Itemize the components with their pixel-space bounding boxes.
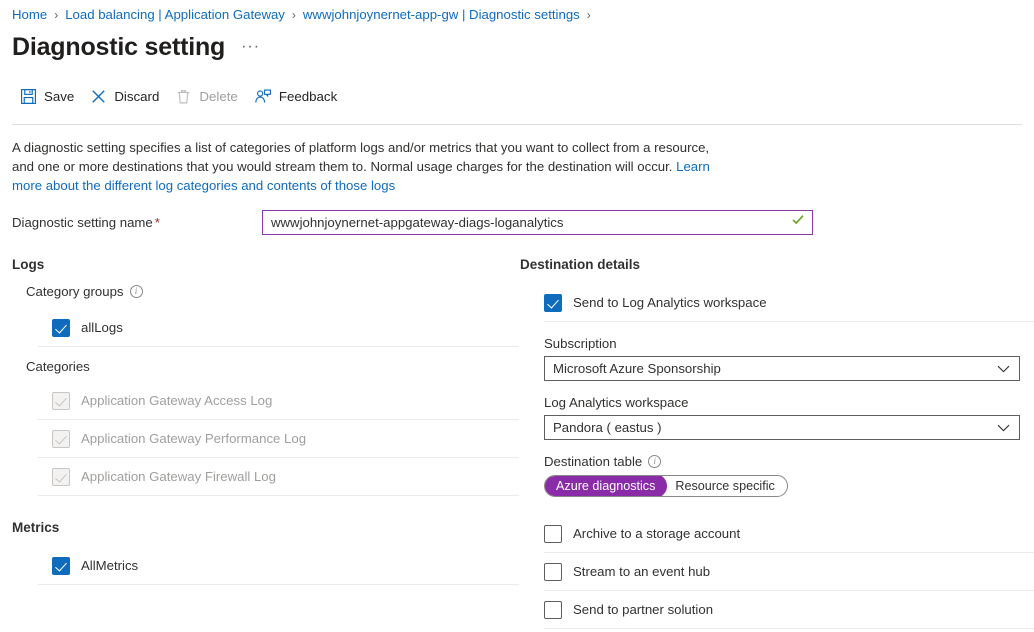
- row-divider: [38, 346, 519, 347]
- row-divider: [544, 628, 1034, 629]
- settings-columns: Logs Category groups i allLogs Categorie…: [0, 257, 1034, 629]
- checkbox-firewall-log-label: Application Gateway Firewall Log: [81, 469, 276, 484]
- logs-metrics-column: Logs Category groups i allLogs Categorie…: [12, 257, 520, 629]
- logs-section-title: Logs: [12, 257, 520, 272]
- workspace-label: Log Analytics workspace: [544, 395, 1022, 410]
- diagnostic-setting-name-label: Diagnostic setting name*: [12, 215, 262, 230]
- workspace-dropdown[interactable]: Pandora ( eastus ): [544, 415, 1020, 440]
- info-icon[interactable]: i: [648, 455, 661, 468]
- feedback-button[interactable]: Feedback: [250, 81, 347, 111]
- toggle-option-resource-specific[interactable]: Resource specific: [666, 475, 786, 497]
- subscription-value: Microsoft Azure Sponsorship: [553, 361, 721, 376]
- discard-button[interactable]: Discard: [86, 81, 169, 111]
- save-button[interactable]: Save: [16, 81, 84, 111]
- checkbox-archive-to-storage-account[interactable]: [544, 525, 562, 543]
- categories-label: Categories: [26, 359, 90, 374]
- checkbox-row-access-log: Application Gateway Access Log: [52, 382, 520, 419]
- subscription-field: Subscription Microsoft Azure Sponsorship: [544, 336, 1022, 381]
- more-options-icon[interactable]: ···: [241, 42, 260, 52]
- checkbox-access-log-label: Application Gateway Access Log: [81, 393, 272, 408]
- feedback-person-icon: [254, 88, 272, 105]
- diagnostic-setting-name-field[interactable]: [262, 210, 813, 235]
- discard-label: Discard: [114, 89, 159, 104]
- checkbox-access-log: [52, 392, 70, 410]
- title-row: Diagnostic setting ···: [0, 24, 1034, 62]
- description-text: A diagnostic setting specifies a list of…: [12, 140, 709, 174]
- name-label-text: Diagnostic setting name: [12, 215, 153, 230]
- checkbox-send-to-log-analytics[interactable]: [544, 294, 562, 312]
- trash-icon: [175, 88, 192, 105]
- checkbox-archive-to-storage-account-label: Archive to a storage account: [573, 526, 740, 541]
- subscription-label: Subscription: [544, 336, 1022, 351]
- breadcrumb-item-diagnostic-settings[interactable]: wwwjohnjoynernet-app-gw | Diagnostic set…: [303, 7, 580, 22]
- checkbox-alllogs[interactable]: [52, 319, 70, 337]
- destination-details-column: Destination details Send to Log Analytic…: [520, 257, 1022, 629]
- checkbox-allmetrics[interactable]: [52, 557, 70, 575]
- row-divider: [38, 584, 519, 585]
- checkbox-row-allmetrics[interactable]: AllMetrics: [52, 547, 520, 584]
- checkbox-allmetrics-label: AllMetrics: [81, 558, 138, 573]
- categories-label-row: Categories: [26, 359, 520, 374]
- close-icon: [90, 88, 107, 105]
- checkbox-alllogs-label: allLogs: [81, 320, 123, 335]
- checkbox-row-event-hub[interactable]: Stream to an event hub: [544, 553, 1022, 590]
- breadcrumb-separator-icon: ›: [292, 8, 296, 22]
- checkbox-performance-log: [52, 430, 70, 448]
- checkbox-row-storage-account[interactable]: Archive to a storage account: [544, 515, 1022, 552]
- workspace-field: Log Analytics workspace Pandora ( eastus…: [544, 395, 1022, 440]
- toggle-option-azure-diagnostics[interactable]: Azure diagnostics: [544, 475, 667, 497]
- checkbox-stream-to-event-hub-label: Stream to an event hub: [573, 564, 710, 579]
- diagnostic-setting-name-input[interactable]: [263, 211, 812, 234]
- workspace-value: Pandora ( eastus ): [553, 420, 662, 435]
- info-icon[interactable]: i: [130, 285, 143, 298]
- destination-table-toggle[interactable]: Azure diagnostics Resource specific: [544, 475, 788, 497]
- chevron-down-icon: [997, 420, 1010, 435]
- checkbox-row-performance-log: Application Gateway Performance Log: [52, 420, 520, 457]
- destination-table-label: Destination table: [544, 454, 642, 469]
- command-bar: Save Discard Delete: [0, 79, 1034, 113]
- checkbox-stream-to-event-hub[interactable]: [544, 563, 562, 581]
- save-icon: [20, 88, 37, 105]
- save-label: Save: [44, 89, 74, 104]
- feedback-label: Feedback: [279, 89, 337, 104]
- checkbox-firewall-log: [52, 468, 70, 486]
- category-groups-label: Category groups: [26, 284, 124, 299]
- breadcrumb: Home › Load balancing | Application Gate…: [0, 0, 1034, 24]
- required-marker: *: [155, 215, 160, 230]
- command-bar-divider: [12, 124, 1022, 125]
- checkbox-row-firewall-log: Application Gateway Firewall Log: [52, 458, 520, 495]
- checkbox-send-to-log-analytics-label: Send to Log Analytics workspace: [573, 295, 767, 310]
- breadcrumb-item-load-balancing[interactable]: Load balancing | Application Gateway: [65, 7, 285, 22]
- row-divider: [38, 495, 519, 496]
- checkbox-row-partner-solution[interactable]: Send to partner solution: [544, 591, 1022, 628]
- delete-label: Delete: [199, 89, 237, 104]
- diagnostic-setting-name-row: Diagnostic setting name*: [0, 209, 1034, 235]
- page-title: Diagnostic setting: [12, 32, 225, 62]
- diagnostic-setting-page: Home › Load balancing | Application Gate…: [0, 0, 1034, 632]
- subscription-dropdown[interactable]: Microsoft Azure Sponsorship: [544, 356, 1020, 381]
- metrics-section-title: Metrics: [12, 520, 520, 535]
- category-groups-label-row: Category groups i: [26, 284, 520, 299]
- checkbox-performance-log-label: Application Gateway Performance Log: [81, 431, 306, 446]
- breadcrumb-separator-icon: ›: [587, 8, 591, 22]
- page-description: A diagnostic setting specifies a list of…: [0, 126, 730, 195]
- checkbox-send-to-partner-solution-label: Send to partner solution: [573, 602, 713, 617]
- destination-table-label-row: Destination table i: [544, 454, 1022, 469]
- checkbox-row-alllogs[interactable]: allLogs: [52, 309, 520, 346]
- breadcrumb-item-home[interactable]: Home: [12, 7, 47, 22]
- checkbox-send-to-partner-solution[interactable]: [544, 601, 562, 619]
- breadcrumb-separator-icon: ›: [54, 8, 58, 22]
- chevron-down-icon: [997, 361, 1010, 376]
- checkbox-row-log-analytics[interactable]: Send to Log Analytics workspace: [544, 284, 1022, 321]
- delete-button: Delete: [171, 81, 247, 111]
- row-divider: [544, 321, 1034, 322]
- destination-details-title: Destination details: [520, 257, 1022, 272]
